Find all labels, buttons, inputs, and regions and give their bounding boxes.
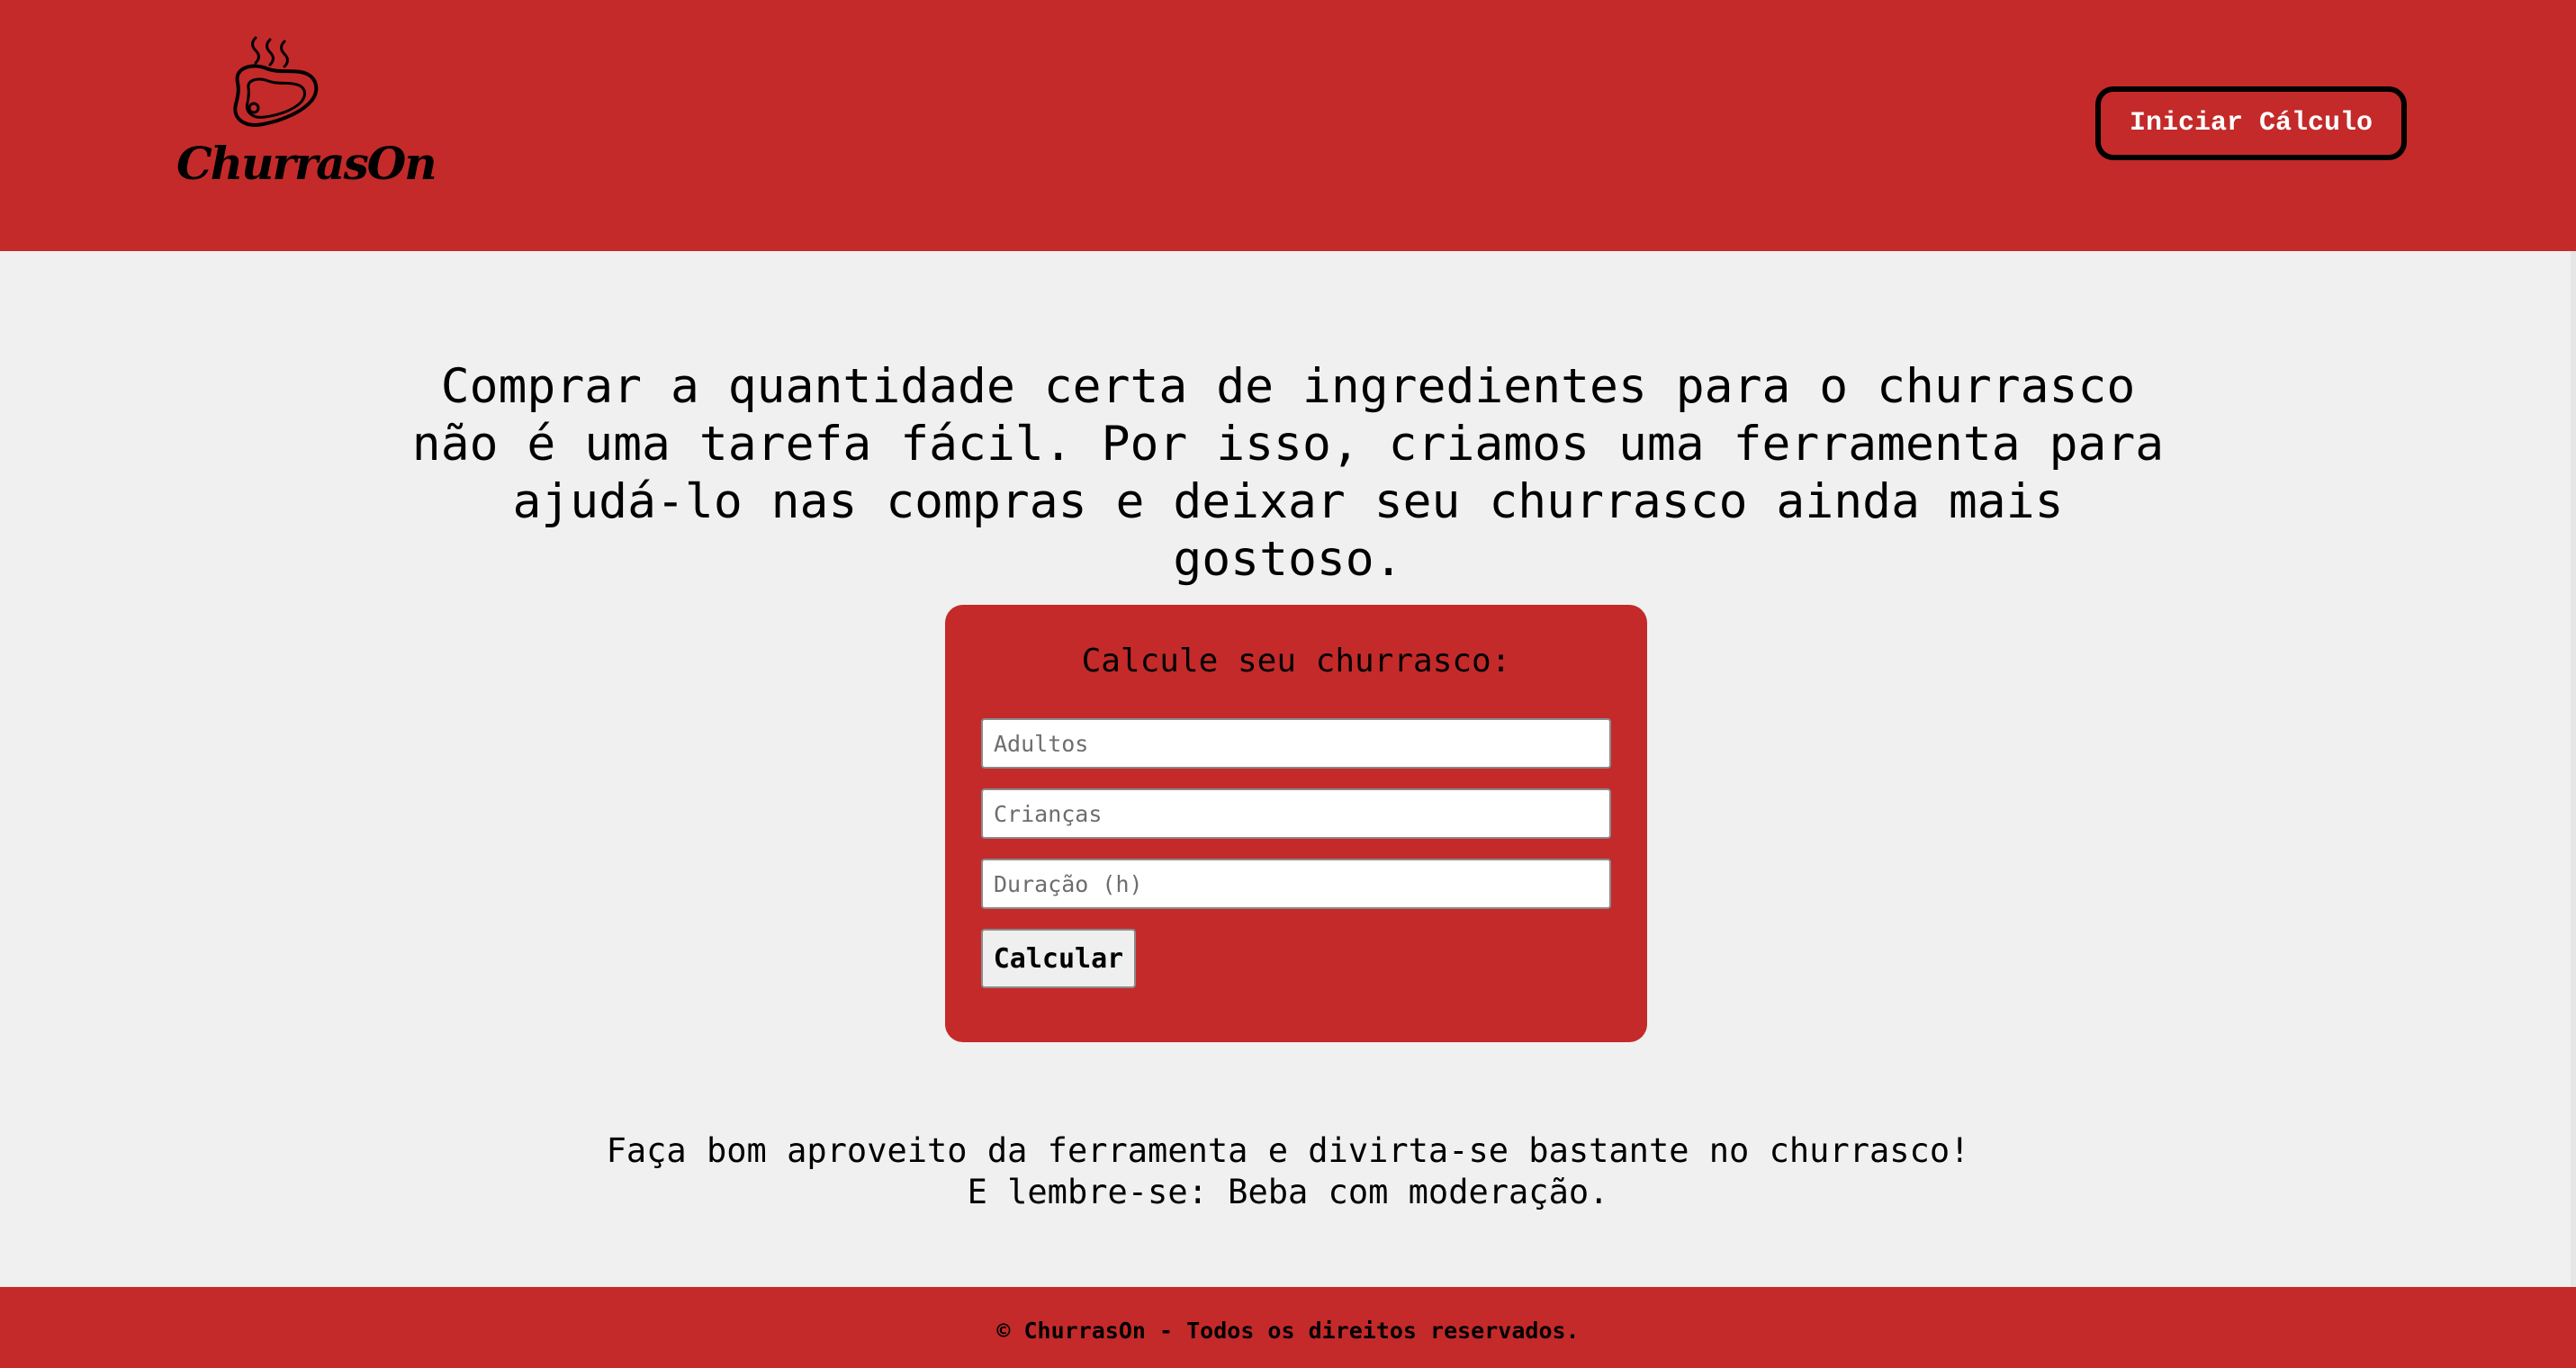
calculator-title: Calcule seu churrasco: [1081,643,1511,680]
site-footer: © ChurrasOn - Todos os direitos reservad… [0,1287,2576,1368]
closing-line-1: Faça bom aproveito da ferramenta e divir… [606,1131,1970,1170]
logo[interactable]: ChurrasOn [176,31,437,197]
calculate-button[interactable]: Calcular [981,929,1136,988]
steaming-steak-icon [176,31,374,139]
adults-input[interactable] [981,718,1611,769]
intro-text: Comprar a quantidade certa de ingredient… [411,359,2165,587]
children-input[interactable] [981,788,1611,839]
closing-line-2: E lembre-se: Beba com moderação. [967,1173,1609,1211]
copyright-text: © ChurrasOn - Todos os direitos reservad… [996,1317,1580,1344]
start-calculation-button[interactable]: Iniciar Cálculo [2095,86,2407,160]
duration-input[interactable] [981,859,1611,909]
closing-message: Faça bom aproveito da ferramenta e divir… [387,1130,2189,1213]
calculator-form: Calcule seu churrasco: Calcular [945,605,1647,1042]
logo-text: ChurrasOn [176,137,437,190]
site-header: ChurrasOn Iniciar Cálculo [0,0,2576,251]
scrollbar-track[interactable] [2571,251,2576,1287]
